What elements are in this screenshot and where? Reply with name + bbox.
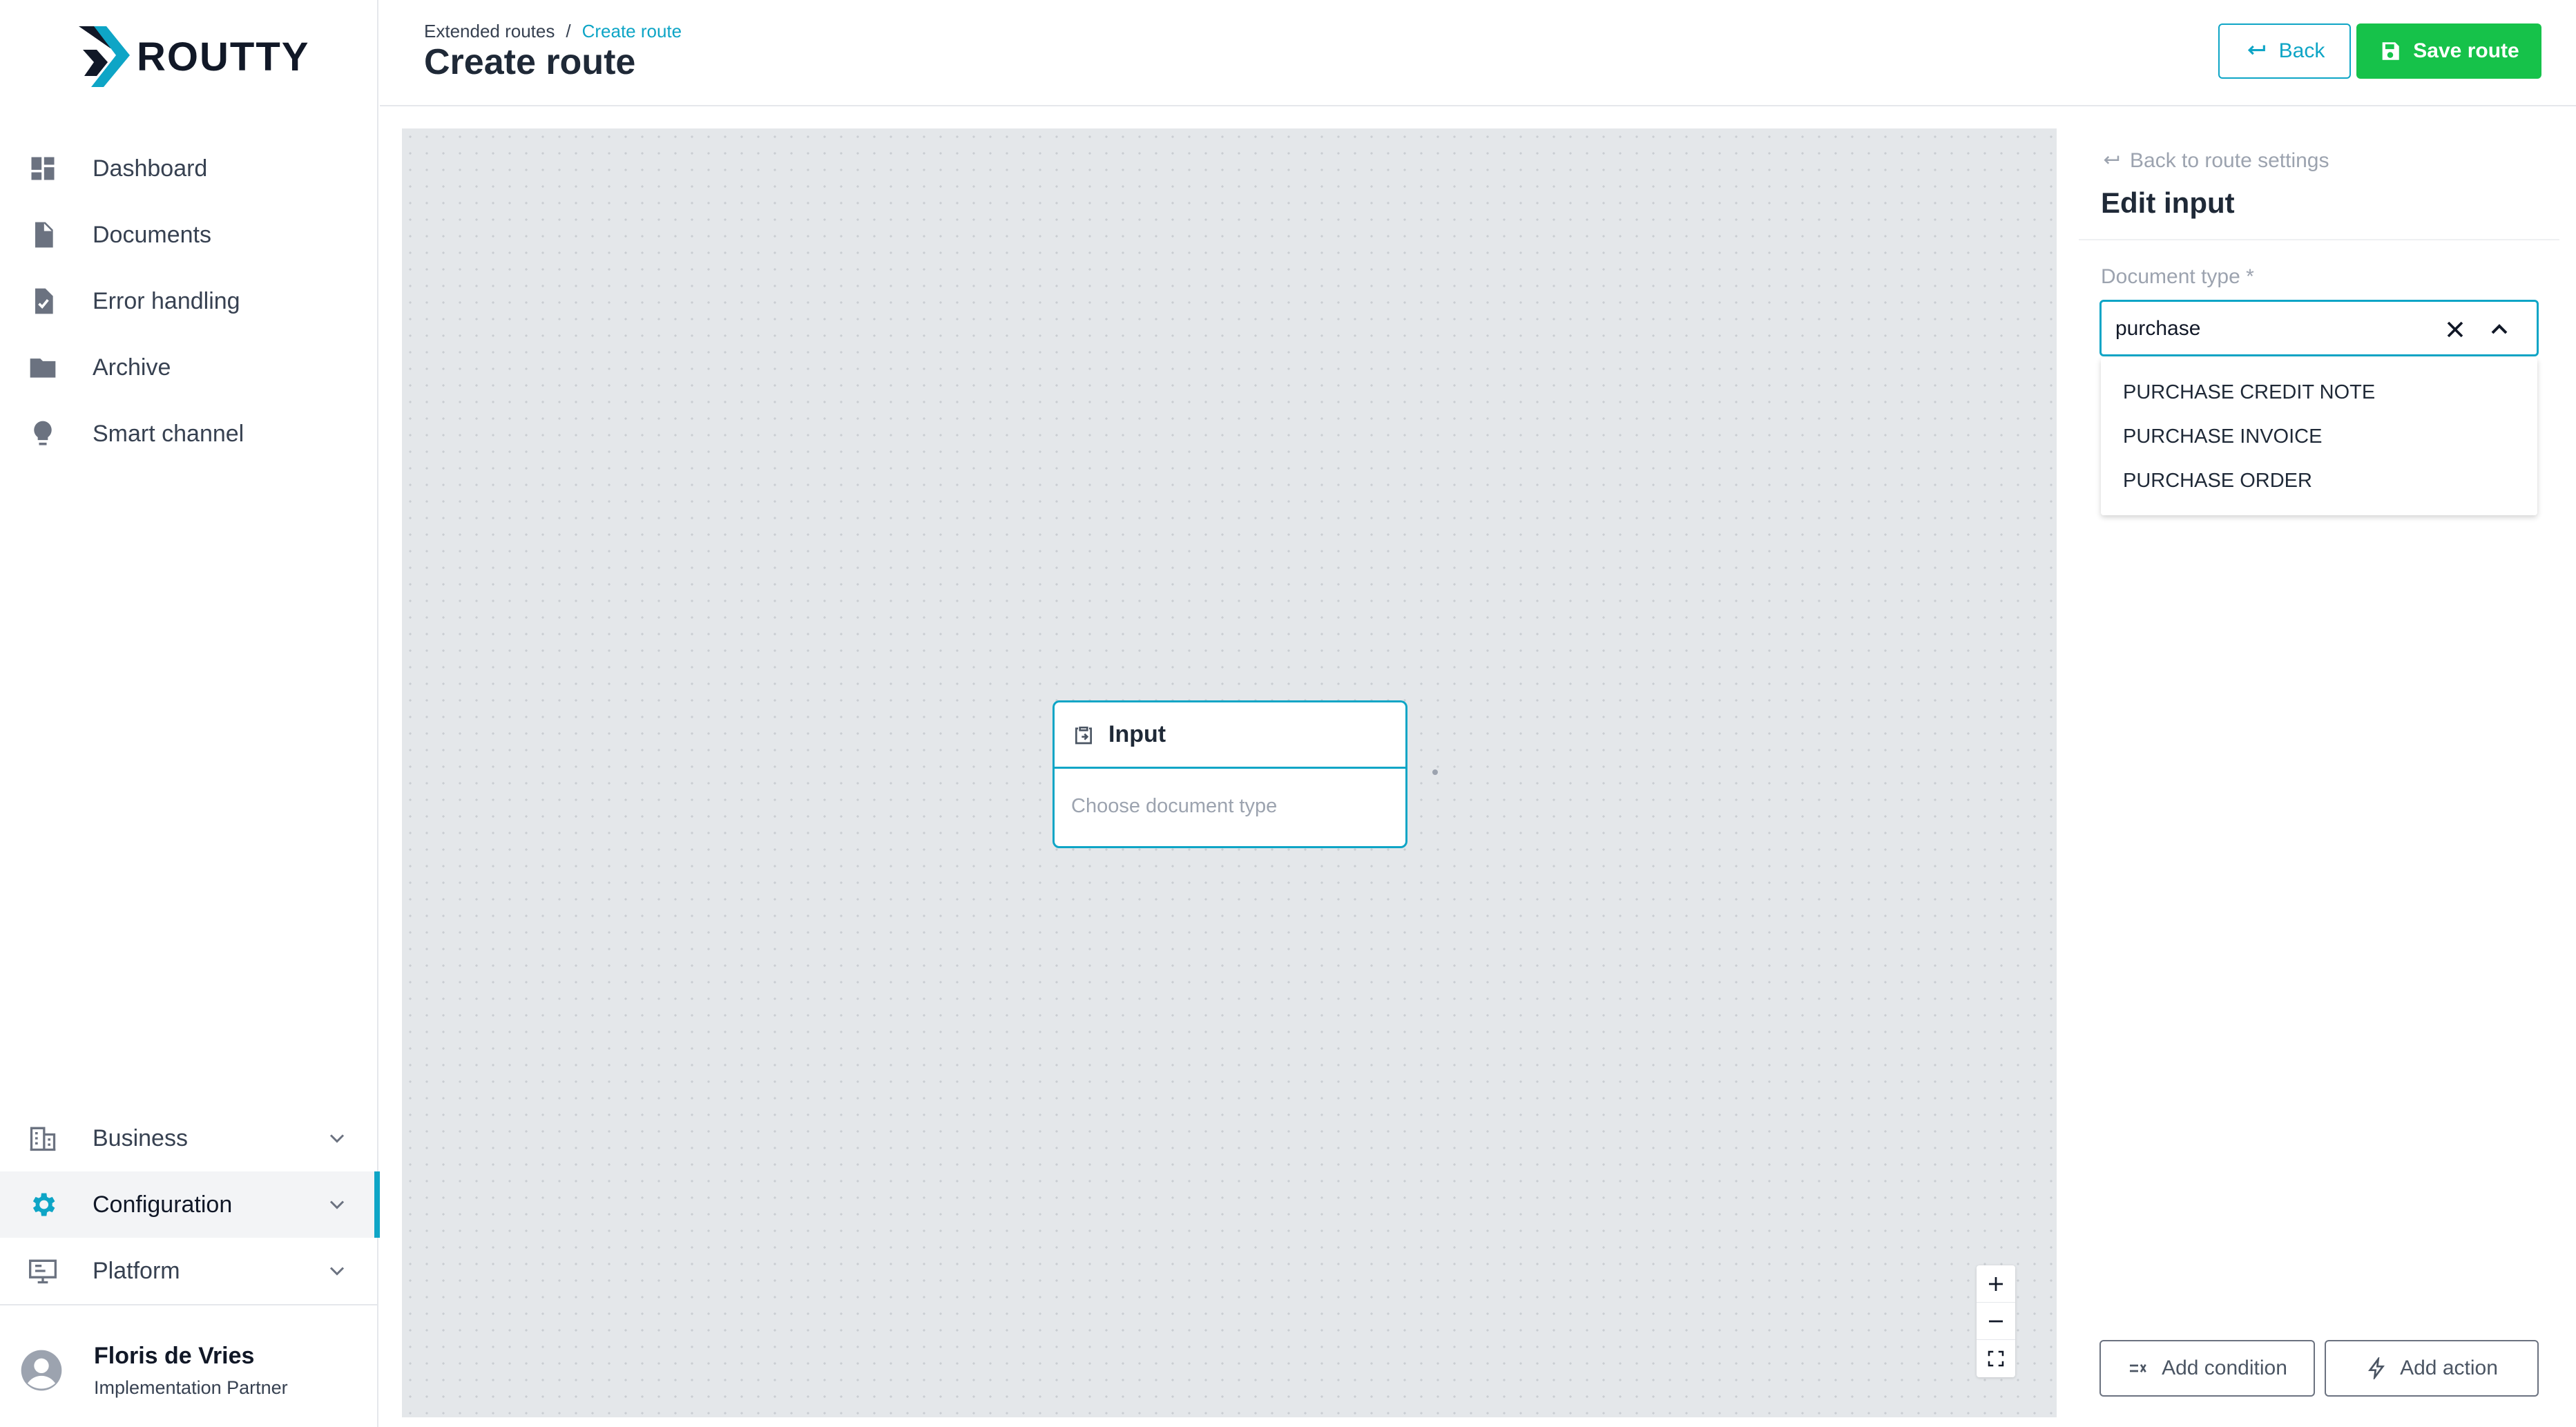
- sidebar-item-archive[interactable]: Archive: [0, 334, 377, 401]
- panel-title: Edit input: [2101, 186, 2235, 219]
- page-header: Extended routes / Create route Create ro…: [380, 0, 2576, 106]
- fullscreen-icon: [1988, 1350, 2004, 1367]
- option-purchase-order[interactable]: PURCHASE ORDER: [2101, 459, 2537, 503]
- input-node-header: Input: [1055, 702, 1405, 769]
- document-type-combobox[interactable]: [2099, 300, 2539, 356]
- add-action-button[interactable]: Add action: [2325, 1340, 2539, 1397]
- input-node-placeholder: Choose document type: [1071, 795, 1278, 817]
- back-link-label: Back to route settings: [2130, 149, 2329, 172]
- sidebar-item-dashboard[interactable]: Dashboard: [0, 135, 377, 202]
- chevron-up-icon[interactable]: [2486, 316, 2513, 343]
- sidebar-item-label: Platform: [93, 1257, 180, 1284]
- page-title: Create route: [424, 42, 636, 82]
- sidebar-item-label: Business: [93, 1124, 188, 1151]
- user-profile[interactable]: Floris de Vries Implementation Partner: [0, 1304, 377, 1427]
- lightning-icon: [2368, 1357, 2385, 1379]
- platform-icon: [28, 1256, 58, 1286]
- sidebar-item-label: Archive: [93, 354, 171, 381]
- input-node-title: Input: [1108, 721, 1166, 747]
- sidebar-item-label: Documents: [93, 221, 211, 248]
- zoom-controls: [1977, 1265, 2015, 1377]
- lightbulb-icon: [28, 419, 58, 449]
- add-action-label: Add action: [2400, 1357, 2498, 1379]
- clipboard-check-icon: [28, 286, 58, 316]
- zoom-out-button[interactable]: [1977, 1303, 2015, 1340]
- breadcrumb-separator: /: [566, 21, 571, 41]
- logo[interactable]: ROUTTY: [76, 21, 309, 93]
- add-condition-label: Add condition: [2162, 1357, 2287, 1379]
- folder-icon: [28, 352, 58, 383]
- chevron-down-icon: [329, 1200, 345, 1209]
- back-button-label: Back: [2278, 39, 2325, 62]
- sidebar-item-label: Configuration: [93, 1191, 233, 1218]
- return-arrow-icon: [2104, 155, 2120, 164]
- user-name: Floris de Vries: [94, 1343, 255, 1369]
- sidebar-group-business[interactable]: Business: [0, 1105, 377, 1171]
- chevron-down-icon: [329, 1267, 345, 1276]
- document-type-label: Document type *: [2101, 265, 2254, 288]
- sidebar-item-label: Error handling: [93, 287, 240, 314]
- user-role: Implementation Partner: [94, 1377, 288, 1398]
- return-arrow-icon: [2247, 45, 2265, 55]
- logo-text: ROUTTY: [137, 34, 310, 79]
- route-canvas[interactable]: Input Choose document type: [402, 128, 2057, 1417]
- option-purchase-credit-note[interactable]: PURCHASE CREDIT NOTE: [2101, 370, 2537, 414]
- sidebar-group-platform[interactable]: Platform: [0, 1238, 377, 1304]
- breadcrumb-parent[interactable]: Extended routes: [424, 21, 555, 42]
- gear-icon: [28, 1189, 58, 1220]
- sidebar-item-label: Dashboard: [93, 155, 208, 182]
- sidebar-item-error-handling[interactable]: Error handling: [0, 268, 377, 334]
- sidebar: ROUTTY Dashboard Documents Error handlin…: [0, 0, 380, 1427]
- edit-input-panel: Back to route settings Edit input Docume…: [2079, 128, 2559, 1417]
- sidebar-group-configuration[interactable]: Configuration: [0, 1171, 380, 1238]
- fit-view-button[interactable]: [1977, 1340, 2015, 1377]
- dashboard-icon: [28, 153, 58, 184]
- condition-icon: [2130, 1363, 2146, 1373]
- close-icon[interactable]: [2441, 316, 2469, 343]
- input-node[interactable]: Input Choose document type: [1052, 700, 1407, 848]
- document-type-options: PURCHASE CREDIT NOTE PURCHASE INVOICE PU…: [2101, 358, 2537, 515]
- chevron-down-icon: [329, 1134, 345, 1143]
- minus-icon: [1989, 1320, 2003, 1322]
- breadcrumb-current: Create route: [581, 21, 682, 41]
- panel-header: Back to route settings Edit input: [2079, 128, 2559, 240]
- option-purchase-invoice[interactable]: PURCHASE INVOICE: [2101, 414, 2537, 459]
- document-type-input[interactable]: [2115, 314, 2419, 343]
- sidebar-item-smart-channel[interactable]: Smart channel: [0, 401, 377, 467]
- sidebar-item-label: Smart channel: [93, 420, 244, 447]
- save-route-button[interactable]: Save route: [2356, 23, 2541, 79]
- back-to-route-settings-link[interactable]: Back to route settings: [2101, 149, 2329, 173]
- back-button[interactable]: Back: [2218, 23, 2351, 79]
- add-condition-button[interactable]: Add condition: [2099, 1340, 2315, 1397]
- routty-logo-icon: [79, 26, 130, 87]
- breadcrumb: Extended routes / Create route: [424, 21, 682, 42]
- save-icon: [2382, 42, 2400, 60]
- zoom-in-button[interactable]: [1977, 1265, 2015, 1303]
- save-button-label: Save route: [2413, 39, 2519, 62]
- avatar-icon: [21, 1350, 62, 1391]
- document-icon: [28, 220, 58, 250]
- building-icon: [28, 1123, 58, 1153]
- clipboard-icon: [1075, 726, 1092, 744]
- plus-icon: [1989, 1276, 2003, 1291]
- node-connection-handle[interactable]: [1432, 769, 1438, 775]
- sidebar-item-documents[interactable]: Documents: [0, 202, 377, 268]
